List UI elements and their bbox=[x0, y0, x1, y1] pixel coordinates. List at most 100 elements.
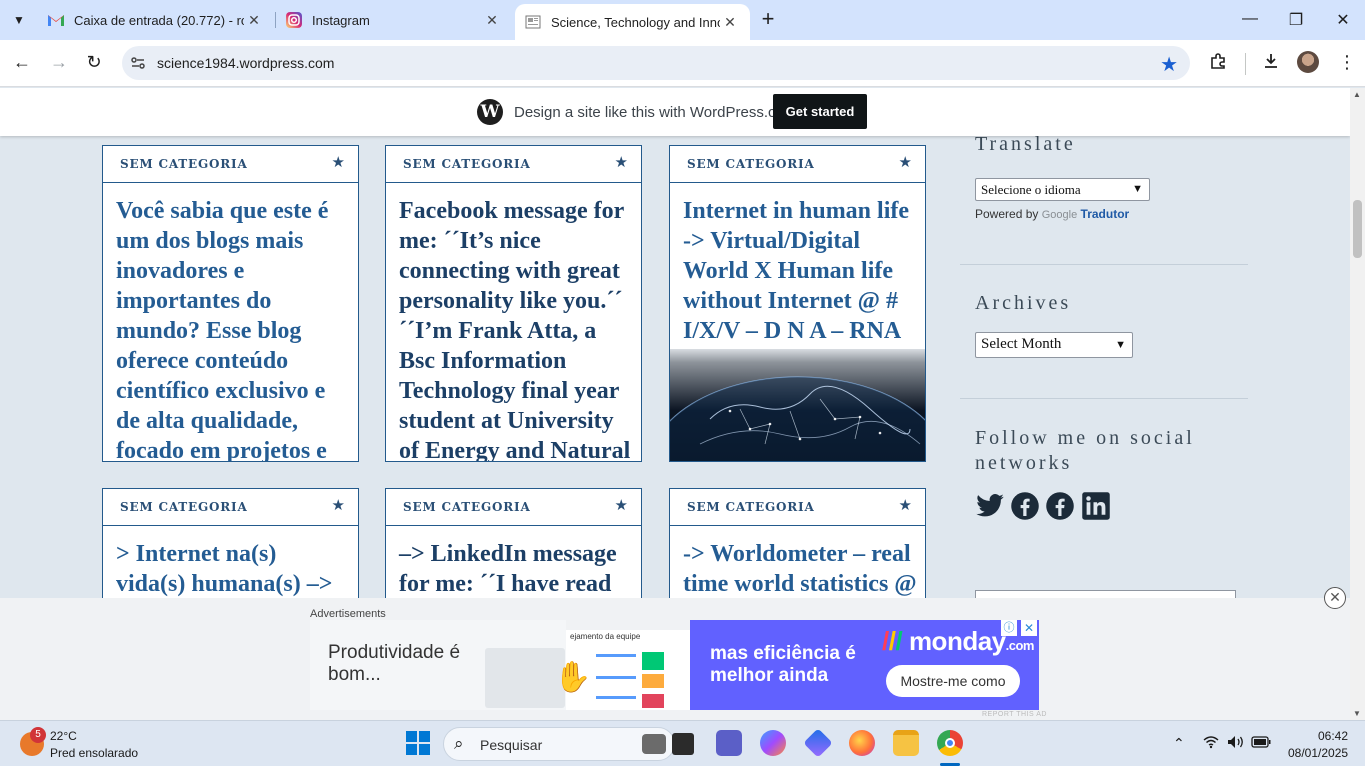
get-started-button[interactable]: Get started bbox=[773, 94, 867, 129]
tab-strip: ▼ Caixa de entrada (20.772) - rod ✕ Inst… bbox=[0, 0, 1365, 40]
powered-by-text: Powered by bbox=[975, 207, 1039, 221]
post-title[interactable]: Facebook message for me: ´´It’s nice con… bbox=[399, 196, 634, 461]
taskbar-date[interactable]: 08/01/2025 bbox=[1288, 746, 1348, 760]
post-card[interactable]: SEM CATEGORIA ★ Facebook message for me:… bbox=[385, 145, 642, 462]
row-line bbox=[596, 654, 636, 657]
page-icon bbox=[525, 14, 541, 30]
sticky-star-icon: ★ bbox=[898, 154, 912, 171]
copilot-icon[interactable] bbox=[760, 730, 786, 756]
post-title[interactable]: –> LinkedIn message for me: ´´I have rea… bbox=[399, 539, 634, 598]
post-card[interactable]: SEM CATEGORIA ★ –> LinkedIn message for … bbox=[385, 488, 642, 598]
card-divider bbox=[670, 182, 925, 183]
post-title[interactable]: Internet in human life -> Virtual/Digita… bbox=[683, 196, 918, 346]
taskbar-clock[interactable]: 06:42 bbox=[1300, 729, 1348, 743]
tradutor-link[interactable]: Tradutor bbox=[1081, 207, 1130, 221]
firefox-icon[interactable] bbox=[849, 730, 875, 756]
ad-close-icon[interactable]: ✕ bbox=[1021, 620, 1037, 636]
facebook-icon[interactable] bbox=[1010, 491, 1040, 521]
chrome-center bbox=[945, 738, 955, 748]
new-tab-button[interactable]: + bbox=[757, 8, 779, 32]
chevron-down-icon: ▼ bbox=[1132, 183, 1143, 195]
file-explorer-icon[interactable] bbox=[893, 730, 919, 756]
sidebar-divider bbox=[960, 398, 1248, 399]
site-info-icon[interactable] bbox=[130, 55, 146, 76]
archives-select[interactable]: Select Month ▼ bbox=[975, 332, 1133, 358]
ad-left-text: Produtividade é bom... bbox=[328, 642, 461, 685]
ad-info-icon[interactable]: ⓘ bbox=[1001, 620, 1017, 636]
browser-toolbar: ← → ↻ science1984.wordpress.com ★ ⋮ bbox=[0, 40, 1365, 87]
post-category[interactable]: SEM CATEGORIA bbox=[687, 157, 815, 171]
report-ad-link[interactable]: REPORT THIS AD bbox=[982, 711, 1047, 718]
taskbar-search[interactable]: ⌕ Pesquisar bbox=[443, 727, 675, 761]
camera-icon bbox=[642, 734, 666, 754]
show-me-how-button[interactable]: Mostre-me como bbox=[886, 665, 1020, 697]
twitter-icon[interactable] bbox=[975, 491, 1005, 521]
restore-icon[interactable]: ❐ bbox=[1286, 10, 1306, 30]
post-category[interactable]: SEM CATEGORIA bbox=[403, 157, 531, 171]
globe-network-image[interactable] bbox=[670, 349, 925, 461]
sticky-star-icon: ★ bbox=[331, 497, 345, 514]
app-icon[interactable] bbox=[803, 728, 833, 758]
scrollbar-thumb[interactable] bbox=[1353, 200, 1362, 258]
extensions-icon[interactable] bbox=[1209, 52, 1227, 75]
card-divider bbox=[670, 525, 925, 526]
card-divider bbox=[103, 525, 358, 526]
instagram-icon bbox=[286, 12, 302, 28]
post-title[interactable]: > Internet na(s) vida(s) humana(s) –> Mu… bbox=[116, 539, 351, 598]
post-category[interactable]: SEM CATEGORIA bbox=[120, 157, 248, 171]
language-select[interactable]: Selecione o idioma ▼ bbox=[975, 178, 1150, 201]
windows-start-icon[interactable] bbox=[405, 730, 431, 756]
monday-logo-text: monday bbox=[908, 626, 1006, 656]
close-ad-circle-icon[interactable]: ✕ bbox=[1324, 587, 1346, 609]
weather-temperature[interactable]: 22°C bbox=[50, 729, 77, 743]
back-arrow-icon[interactable]: ← bbox=[11, 52, 33, 73]
post-category[interactable]: SEM CATEGORIA bbox=[120, 500, 248, 514]
wifi-icon[interactable] bbox=[1203, 735, 1219, 752]
scroll-down-icon[interactable]: ▼ bbox=[1353, 709, 1361, 718]
scroll-up-icon[interactable]: ▲ bbox=[1353, 90, 1361, 99]
tab-title: Caixa de entrada (20.772) - rod bbox=[74, 12, 244, 28]
battery-icon[interactable] bbox=[1251, 735, 1271, 751]
close-tab-icon[interactable]: ✕ bbox=[244, 12, 264, 29]
reload-icon[interactable]: ↻ bbox=[83, 52, 105, 73]
tab-search-button[interactable]: ▼ bbox=[6, 8, 32, 32]
post-card[interactable]: SEM CATEGORIA ★ -> Worldometer – real ti… bbox=[669, 488, 926, 598]
download-icon[interactable] bbox=[1262, 52, 1280, 75]
post-card[interactable]: SEM CATEGORIA ★ Você sabia que este é um… bbox=[102, 145, 359, 462]
minimize-icon[interactable]: — bbox=[1240, 10, 1260, 28]
show-hidden-icons-chevron-icon[interactable]: ⌃ bbox=[1173, 735, 1185, 752]
post-card[interactable]: SEM CATEGORIA ★ Internet in human life -… bbox=[669, 145, 926, 462]
forward-arrow-icon[interactable]: → bbox=[48, 52, 70, 73]
close-tab-icon[interactable]: ✕ bbox=[720, 14, 740, 31]
facebook-icon[interactable] bbox=[1045, 491, 1075, 521]
task-view-icon[interactable] bbox=[672, 733, 694, 755]
bookmark-star-icon[interactable]: ★ bbox=[1160, 52, 1178, 77]
weather-condition[interactable]: Pred ensolarado bbox=[50, 746, 138, 760]
profile-avatar[interactable] bbox=[1297, 51, 1319, 73]
monday-ad-banner[interactable]: Produtividade é bom... ejamento da equip… bbox=[310, 620, 1039, 710]
post-title[interactable]: -> Worldometer – real time world statist… bbox=[683, 539, 918, 598]
status-block bbox=[642, 652, 664, 670]
ad-container: Advertisements Produtividade é bom... ej… bbox=[0, 598, 1350, 720]
teams-icon[interactable] bbox=[716, 730, 742, 756]
tab-title: Instagram bbox=[312, 12, 370, 28]
ad-right-panel: mas eficiência é melhor ainda /// monday… bbox=[690, 620, 1039, 710]
page-scrollbar[interactable]: ▲ ▼ bbox=[1350, 88, 1365, 720]
tab-science-blog[interactable]: Science, Technology and Innova ✕ bbox=[515, 4, 750, 40]
close-window-icon[interactable]: ✕ bbox=[1333, 10, 1353, 30]
address-bar[interactable]: science1984.wordpress.com ★ bbox=[122, 46, 1190, 80]
chrome-icon[interactable] bbox=[937, 730, 963, 756]
linkedin-icon[interactable] bbox=[1081, 491, 1111, 521]
wordpress-banner: W Design a site like this with WordPress… bbox=[0, 88, 1350, 136]
post-category[interactable]: SEM CATEGORIA bbox=[687, 500, 815, 514]
sidebar-divider bbox=[960, 264, 1248, 265]
post-card[interactable]: SEM CATEGORIA ★ > Internet na(s) vida(s)… bbox=[102, 488, 359, 598]
tab-instagram[interactable]: Instagram ✕ bbox=[276, 0, 512, 40]
close-tab-icon[interactable]: ✕ bbox=[482, 12, 502, 29]
menu-kebab-icon[interactable]: ⋮ bbox=[1338, 52, 1356, 73]
post-category[interactable]: SEM CATEGORIA bbox=[403, 500, 531, 514]
status-block bbox=[642, 694, 664, 708]
volume-icon[interactable] bbox=[1227, 735, 1245, 752]
post-title[interactable]: Você sabia que este é um dos blogs mais … bbox=[116, 196, 351, 461]
tab-gmail[interactable]: Caixa de entrada (20.772) - rod ✕ bbox=[38, 0, 274, 40]
